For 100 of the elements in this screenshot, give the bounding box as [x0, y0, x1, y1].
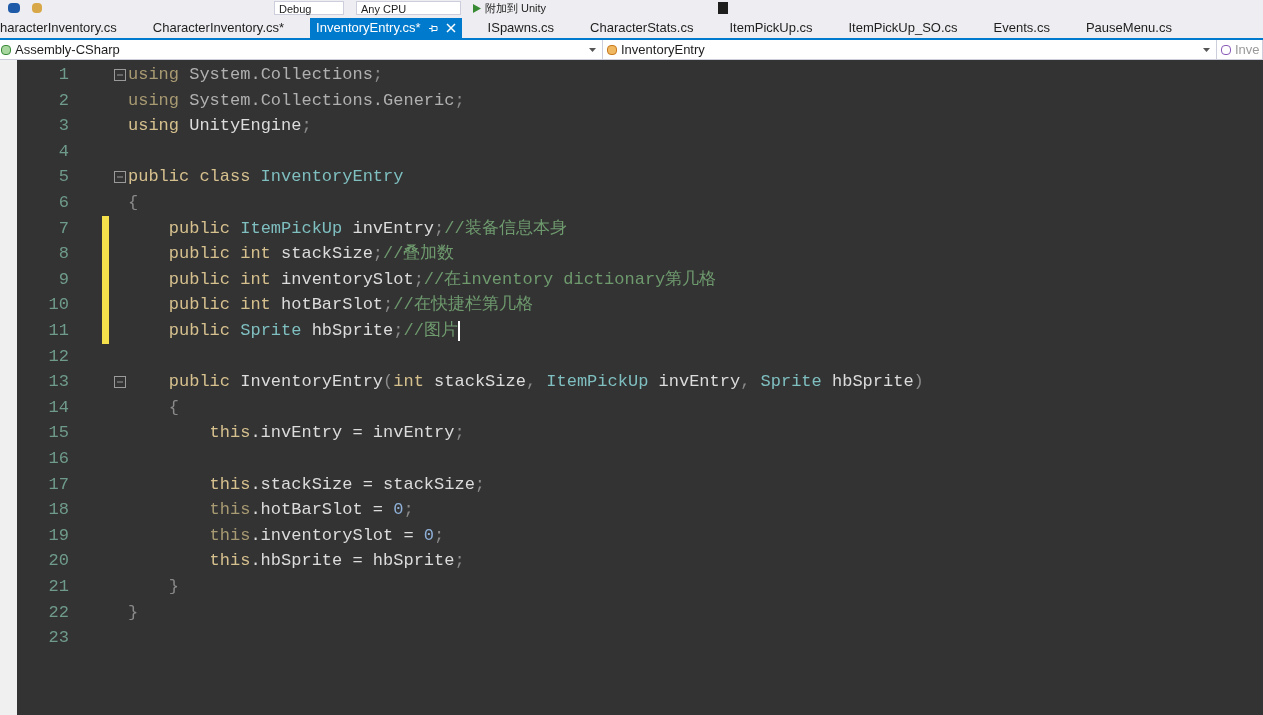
code-token: this — [208, 499, 251, 522]
code-token: Sprite — [239, 320, 302, 342]
code-token: , — [740, 371, 751, 394]
code-token: hbSprite — [310, 320, 394, 342]
line-number: 13 — [47, 371, 69, 394]
code-token: 0 — [393, 499, 404, 522]
code-token: public — [167, 217, 231, 240]
code-token: .stackSize = stackSize — [250, 473, 475, 496]
project-dropdown[interactable]: Assembly-CSharp — [0, 40, 603, 59]
code-token: ; — [434, 524, 445, 547]
code-token: //在快捷栏第几格 — [393, 294, 533, 317]
code-token: ; — [454, 89, 465, 112]
code-token: this — [208, 473, 251, 496]
code-token: hotBarSlot — [280, 294, 384, 317]
code-token: .hotBarSlot = — [250, 499, 385, 522]
code-token: using — [128, 64, 179, 87]
file-tab[interactable]: haracterInventory.cs — [0, 18, 135, 38]
line-number: 10 — [47, 294, 69, 317]
code-token: ) — [913, 371, 924, 394]
code-token: int — [393, 371, 424, 394]
code-token: stackSize — [433, 371, 526, 394]
code-token: UnityEngine — [188, 115, 302, 138]
code-token: public int — [167, 294, 271, 317]
line-number: 16 — [47, 447, 69, 470]
line-number: 18 — [47, 499, 69, 522]
line-number: 11 — [47, 320, 69, 342]
line-number: 23 — [47, 627, 69, 650]
code-token: Sprite — [759, 371, 822, 394]
file-tab[interactable]: ItemPickUp.cs — [711, 18, 831, 38]
line-number: 17 — [47, 473, 69, 496]
code-token: { — [128, 192, 139, 214]
code-token: .hbSprite = hbSprite — [250, 550, 455, 573]
code-token: ; — [434, 217, 445, 240]
line-number: 15 — [47, 422, 69, 445]
code-token: invEntry — [657, 371, 741, 394]
type-icon — [607, 44, 617, 55]
attach-button[interactable]: 附加到 Unity — [473, 1, 547, 15]
code-token: ItemPickUp — [545, 371, 649, 394]
close-icon[interactable] — [445, 23, 456, 33]
line-number: 5 — [57, 166, 69, 189]
file-tab[interactable]: InventoryEntry.cs* — [310, 18, 462, 38]
dropdown-caret-icon — [1203, 47, 1210, 52]
code-token: invEntry — [351, 217, 435, 240]
code-token: public — [167, 371, 231, 394]
file-tab[interactable]: CharacterStats.cs — [572, 18, 712, 38]
type-icon — [1221, 44, 1231, 55]
code-token: //在inventory dictionary第几格 — [423, 268, 717, 291]
dropdown-caret-icon — [589, 47, 596, 52]
code-token: using — [128, 115, 179, 138]
line-number: 21 — [47, 575, 69, 598]
file-tab[interactable]: PauseMenu.cs — [1067, 18, 1190, 38]
code-token: ; — [393, 320, 404, 342]
code-token: ; — [454, 550, 465, 573]
code-token: ItemPickUp — [239, 217, 343, 240]
line-number: 3 — [57, 115, 69, 138]
file-tab[interactable]: CharacterInventory.cs* — [134, 18, 303, 38]
line-number: 19 — [47, 524, 69, 547]
file-tab[interactable]: ItemPickUp_SO.cs — [830, 18, 976, 38]
code-token: { — [167, 396, 179, 419]
code-token: } — [128, 601, 139, 624]
code-token: 0 — [423, 524, 435, 547]
pin-icon[interactable] — [428, 23, 438, 33]
line-number: 1 — [57, 64, 69, 87]
code-token: InventoryEntry — [239, 371, 384, 394]
code-token: inventorySlot — [280, 268, 414, 291]
line-number: 8 — [57, 243, 69, 266]
code-token: ; — [301, 115, 312, 138]
type-icon — [1, 44, 11, 55]
code-token: stackSize — [280, 243, 373, 266]
line-number: 7 — [57, 217, 69, 240]
code-token: this — [208, 524, 251, 547]
code-token: System.Collections.Generic — [188, 89, 455, 112]
file-tab[interactable]: Events.cs — [975, 18, 1068, 38]
code-token: , — [525, 371, 537, 394]
code-token: System.Collections — [188, 64, 373, 87]
code-token: ; — [372, 243, 384, 266]
type-dropdown[interactable]: InventoryEntry — [603, 40, 1217, 59]
code-token: public class — [128, 166, 251, 189]
configuration-dropdown[interactable]: Debug — [274, 1, 344, 15]
file-tab[interactable]: ISpawns.cs — [469, 18, 573, 38]
platform-dropdown[interactable]: Any CPU — [356, 1, 461, 15]
code-token: this — [208, 550, 251, 573]
code-token: ; — [413, 268, 424, 291]
collapse-icon[interactable] — [114, 68, 126, 81]
code-token: public int — [167, 268, 271, 291]
code-token: this — [208, 422, 251, 445]
line-number: 9 — [57, 268, 69, 291]
code-token: //叠加数 — [383, 243, 455, 266]
code-token: ; — [383, 294, 394, 317]
code-token: ; — [372, 64, 384, 87]
collapse-icon[interactable] — [114, 171, 126, 184]
line-number: 20 — [47, 550, 69, 573]
collapse-icon[interactable] — [114, 375, 126, 388]
line-number: 14 — [47, 396, 69, 419]
code-token: ; — [454, 422, 465, 445]
code-token: ( — [383, 371, 394, 394]
code-token: .inventorySlot = — [250, 524, 415, 547]
code-token: .invEntry = invEntry — [250, 422, 455, 445]
code-token: ; — [403, 499, 414, 522]
line-number: 4 — [57, 140, 69, 163]
